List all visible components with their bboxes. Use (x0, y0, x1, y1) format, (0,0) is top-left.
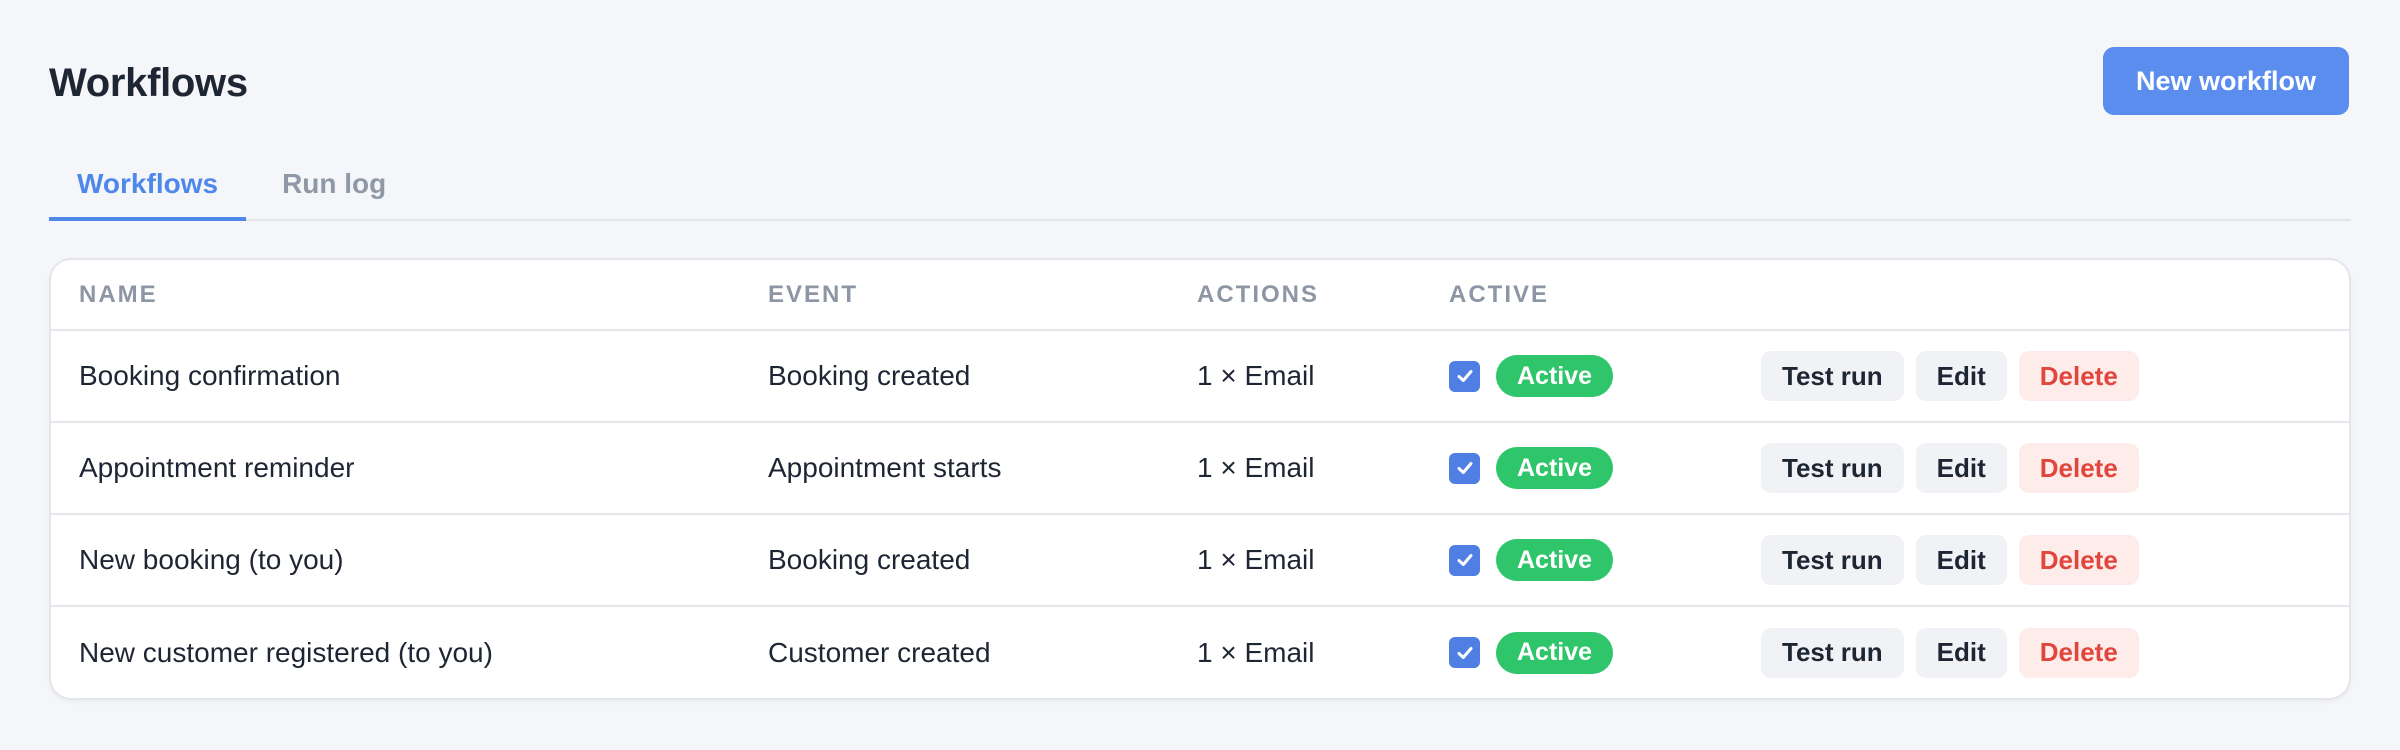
test-run-button[interactable]: Test run (1761, 627, 1904, 678)
column-header-row-actions (1733, 260, 2349, 331)
delete-button[interactable]: Delete (2018, 443, 2139, 493)
workflow-event: Customer created (768, 636, 991, 668)
edit-button[interactable]: Edit (1915, 627, 2007, 678)
active-checkbox[interactable] (1449, 360, 1480, 392)
tab-workflows[interactable]: Workflows (49, 163, 247, 221)
status-badge: Active (1496, 355, 1614, 397)
column-header-name: NAME (51, 260, 740, 331)
status-badge: Active (1496, 447, 1614, 489)
status-badge: Active (1496, 631, 1614, 674)
workflow-event: Appointment starts (740, 422, 1169, 515)
status-badge: Active (1496, 539, 1614, 581)
active-checkbox[interactable] (1449, 452, 1480, 484)
check-icon (1457, 462, 1472, 474)
workflows-page: Workflows New workflow Workflows Run log… (0, 0, 2400, 750)
edit-button[interactable]: Edit (1915, 443, 2007, 493)
tab-run-log[interactable]: Run log (254, 163, 414, 221)
test-run-button[interactable]: Test run (1761, 535, 1904, 585)
check-icon (1457, 554, 1472, 566)
column-header-actions: ACTIONS (1169, 260, 1421, 331)
workflow-active-cell: Active (1421, 422, 1733, 515)
table-row: New customer registered (to you) Custome… (51, 606, 2349, 698)
workflow-name: New customer registered (to you) (79, 636, 493, 668)
column-header-active: ACTIVE (1421, 260, 1733, 331)
workflow-active-cell: Active (1421, 514, 1733, 607)
tab-bar: Workflows Run log (49, 163, 2351, 221)
table-row: New booking (to you) Booking created 1 ×… (51, 514, 2349, 607)
workflow-active-cell: Active (1421, 330, 1733, 423)
workflow-actions: 1 × Email (1169, 422, 1421, 515)
workflow-name: Booking confirmation (51, 330, 740, 423)
row-actions-cell: Test run Edit Delete (1733, 606, 2349, 698)
workflows-table-card: NAME EVENT ACTIONS ACTIVE Booking confir… (49, 258, 2351, 700)
page-header: Workflows New workflow (49, 0, 2351, 165)
active-checkbox[interactable] (1449, 637, 1480, 668)
table-header-row: NAME EVENT ACTIONS ACTIVE (51, 260, 2349, 331)
workflow-actions: 1 × Email (1197, 636, 1315, 668)
workflow-name: New booking (to you) (51, 514, 740, 607)
test-run-button[interactable]: Test run (1761, 443, 1904, 493)
workflow-actions: 1 × Email (1169, 330, 1421, 423)
table-row: Booking confirmation Booking created 1 ×… (51, 330, 2349, 423)
check-icon (1457, 370, 1472, 382)
delete-button[interactable]: Delete (2018, 627, 2139, 678)
row-actions-cell: Test run Edit Delete (1733, 330, 2349, 423)
workflow-event: Booking created (740, 330, 1169, 423)
edit-button[interactable]: Edit (1915, 351, 2007, 401)
page-title: Workflows (49, 61, 248, 105)
workflow-actions: 1 × Email (1169, 514, 1421, 607)
edit-button[interactable]: Edit (1915, 535, 2007, 585)
new-workflow-button[interactable]: New workflow (2102, 47, 2349, 115)
row-actions-cell: Test run Edit Delete (1733, 422, 2349, 515)
delete-button[interactable]: Delete (2018, 535, 2139, 585)
test-run-button[interactable]: Test run (1761, 351, 1904, 401)
row-actions-cell: Test run Edit Delete (1733, 514, 2349, 607)
column-header-event: EVENT (740, 260, 1169, 331)
active-checkbox[interactable] (1449, 544, 1480, 576)
workflow-name: Appointment reminder (51, 422, 740, 515)
check-icon (1457, 646, 1472, 659)
table-row: Appointment reminder Appointment starts … (51, 422, 2349, 515)
delete-button[interactable]: Delete (2018, 351, 2139, 401)
workflows-table: NAME EVENT ACTIONS ACTIVE Booking confir… (51, 260, 2349, 698)
workflow-active-cell: Active (1421, 606, 1733, 698)
workflow-event: Booking created (740, 514, 1169, 607)
